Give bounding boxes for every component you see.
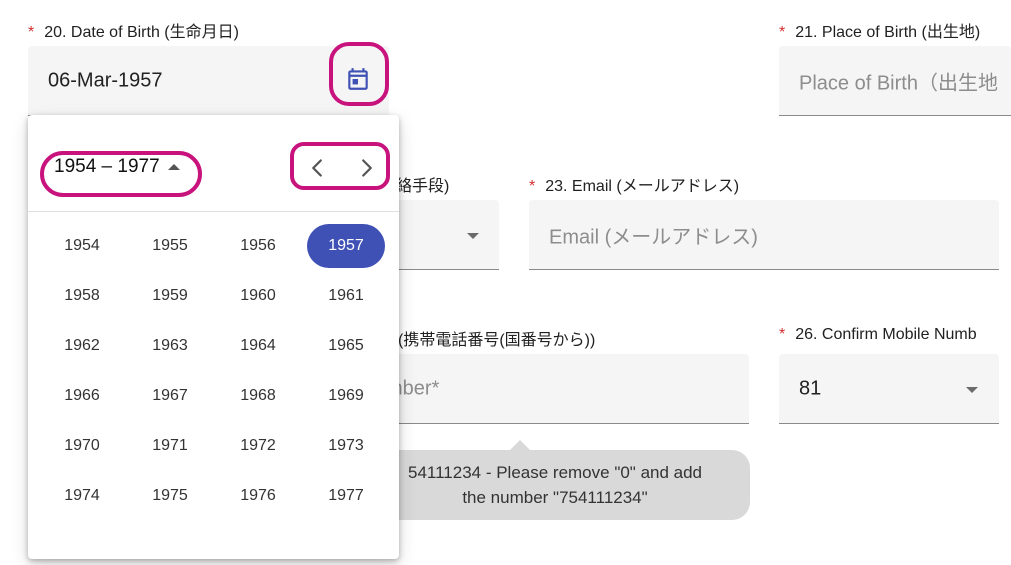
- year-label: 1970: [64, 437, 100, 454]
- contact-method-label: 絡手段): [396, 172, 449, 196]
- year-label: 1964: [240, 337, 276, 354]
- picker-header: 1954 – 1977: [28, 115, 399, 211]
- dob-label: * 20. Date of Birth (生命月日): [28, 18, 239, 42]
- place-of-birth-field[interactable]: Place of Birth（出生地: [779, 46, 1011, 116]
- year-cell[interactable]: 1958: [38, 271, 126, 321]
- year-cell[interactable]: 1960: [214, 271, 302, 321]
- tooltip-line-2: the number "754111234": [462, 488, 648, 507]
- year-grid: 1954 1955 1956 1957 1958 1959 1960 1961 1962 1963…: [38, 221, 390, 521]
- year-label: 1969: [328, 387, 364, 404]
- year-label: 1965: [328, 337, 364, 354]
- annotation-circle-period: [40, 151, 202, 197]
- year-cell[interactable]: 1965: [302, 321, 390, 371]
- confirm-mobile-country-select[interactable]: 81: [779, 354, 999, 424]
- year-label: 1966: [64, 387, 100, 404]
- year-cell[interactable]: 1962: [38, 321, 126, 371]
- caret-down-icon: [467, 233, 479, 239]
- confirm-mobile-label-text: 26. Confirm Mobile Numb: [795, 326, 977, 343]
- year-label: 1972: [240, 437, 276, 454]
- annotation-circle-nav: [290, 142, 390, 190]
- year-label: 1958: [64, 287, 100, 304]
- year-cell[interactable]: 1974: [38, 471, 126, 521]
- year-label: 1957: [307, 224, 385, 268]
- caret-down-icon: [966, 387, 978, 393]
- email-placeholder: Email (メールアドレス): [549, 226, 758, 248]
- required-mark: *: [529, 178, 536, 195]
- year-label: 1955: [152, 237, 188, 254]
- year-cell-selected[interactable]: 1957: [302, 221, 390, 271]
- year-cell[interactable]: 1971: [126, 421, 214, 471]
- year-label: 1954: [64, 237, 100, 254]
- year-cell[interactable]: 1954: [38, 221, 126, 271]
- year-cell[interactable]: 1968: [214, 371, 302, 421]
- year-label: 1968: [240, 387, 276, 404]
- confirm-mobile-value: 81: [799, 377, 822, 399]
- dob-value: 06-Mar-1957: [48, 69, 163, 91]
- required-mark: *: [779, 24, 786, 41]
- year-cell[interactable]: 1972: [214, 421, 302, 471]
- year-label: 1971: [152, 437, 188, 454]
- confirm-mobile-label: * 26. Confirm Mobile Numb: [779, 326, 977, 344]
- required-mark: *: [779, 326, 786, 343]
- year-label: 1977: [328, 487, 364, 504]
- email-label-text: 23. Email (メールアドレス): [545, 178, 740, 195]
- tooltip-line-1: 54111234 - Please remove "0" and add: [407, 463, 703, 482]
- year-label: 1956: [240, 237, 276, 254]
- year-cell[interactable]: 1975: [126, 471, 214, 521]
- year-cell[interactable]: 1967: [126, 371, 214, 421]
- contact-method-label-text: 絡手段): [396, 178, 450, 195]
- year-label: 1974: [64, 487, 100, 504]
- year-label: 1961: [328, 287, 364, 304]
- year-cell[interactable]: 1977: [302, 471, 390, 521]
- year-cell[interactable]: 1955: [126, 221, 214, 271]
- year-label: 1973: [328, 437, 364, 454]
- email-label: * 23. Email (メールアドレス): [529, 172, 739, 196]
- year-label: 1959: [152, 287, 188, 304]
- year-picker: 1954 – 1977 1954 1955 1956 1957 1958 1959 1960…: [28, 115, 399, 559]
- year-cell[interactable]: 1959: [126, 271, 214, 321]
- annotation-circle-calendar: [329, 42, 389, 106]
- year-label: 1963: [152, 337, 188, 354]
- year-cell[interactable]: 1964: [214, 321, 302, 371]
- year-label: 1976: [240, 487, 276, 504]
- year-label: 1975: [152, 487, 188, 504]
- year-label: 1960: [240, 287, 276, 304]
- picker-divider: [28, 211, 399, 212]
- year-cell[interactable]: 1976: [214, 471, 302, 521]
- dob-label-text: 20. Date of Birth (生命月日): [44, 24, 239, 41]
- year-cell[interactable]: 1970: [38, 421, 126, 471]
- required-mark: *: [28, 24, 35, 41]
- year-label: 1967: [152, 387, 188, 404]
- place-of-birth-placeholder: Place of Birth（出生地: [799, 72, 998, 94]
- year-cell[interactable]: 1961: [302, 271, 390, 321]
- place-of-birth-label: * 21. Place of Birth (出生地): [779, 18, 980, 42]
- mobile-field[interactable]: mber*: [360, 354, 749, 424]
- year-cell[interactable]: 1963: [126, 321, 214, 371]
- form-page: * 20. Date of Birth (生命月日) 06-Mar-1957 * 2…: [0, 0, 1011, 565]
- place-of-birth-label-text: 21. Place of Birth (出生地): [795, 24, 981, 41]
- year-cell[interactable]: 1973: [302, 421, 390, 471]
- mobile-hint-tooltip: 54111234 - Please remove "0" and add the…: [360, 450, 750, 520]
- tooltip-arrow: [510, 440, 530, 450]
- year-cell[interactable]: 1969: [302, 371, 390, 421]
- year-cell[interactable]: 1966: [38, 371, 126, 421]
- email-field[interactable]: Email (メールアドレス): [529, 200, 999, 270]
- year-cell[interactable]: 1956: [214, 221, 302, 271]
- mobile-label-text: (携帯電話番号(国番号から)): [398, 332, 596, 349]
- year-label: 1962: [64, 337, 100, 354]
- mobile-label: (携帯電話番号(国番号から)): [398, 326, 595, 350]
